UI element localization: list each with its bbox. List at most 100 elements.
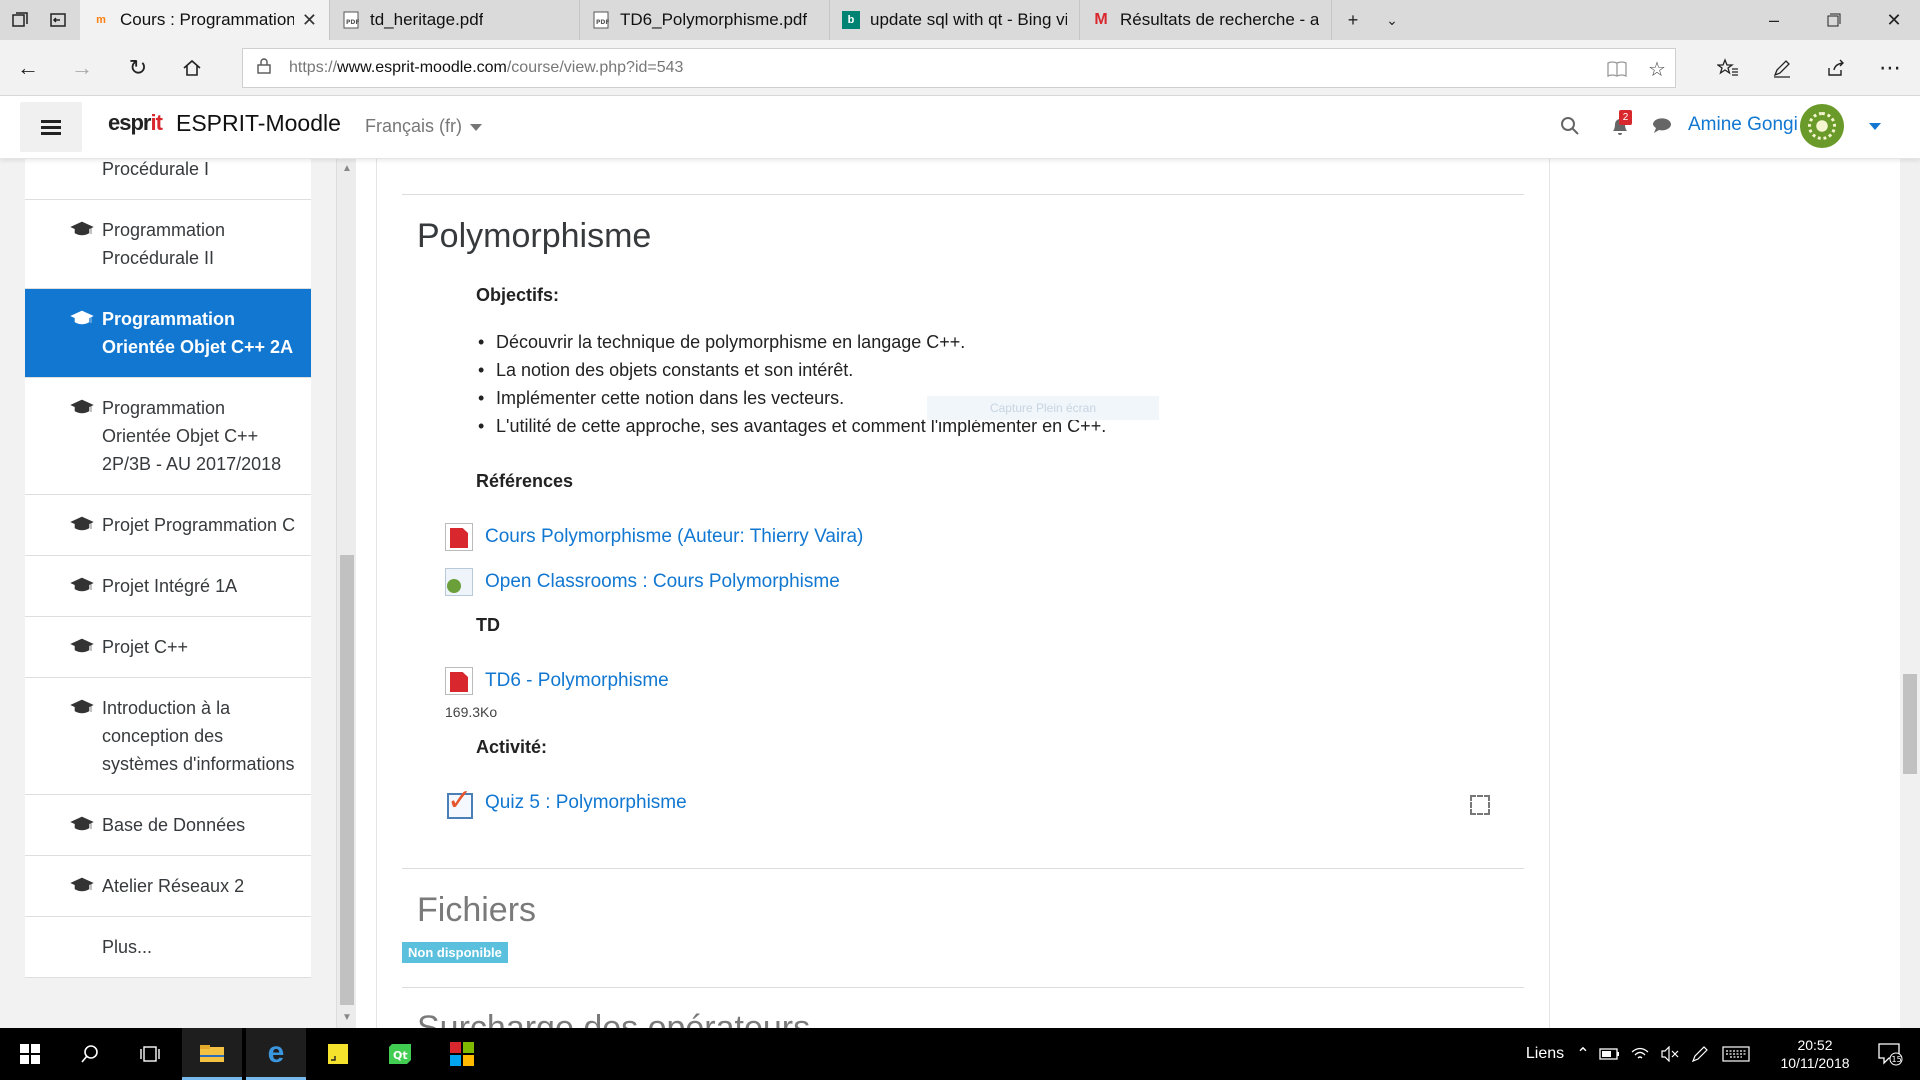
tab-bing-video[interactable]: b update sql with qt - Bing vid <box>830 0 1080 40</box>
logo-text: espr <box>108 110 151 135</box>
drawer-item-more[interactable]: Plus... <box>25 917 311 978</box>
drawer-scrollbar-thumb[interactable] <box>340 555 354 1005</box>
course-drawer: Procédurale I Programmation Procédurale … <box>0 159 356 1028</box>
graduation-cap-icon <box>70 399 94 414</box>
graduation-cap-icon <box>70 877 94 892</box>
resource-link[interactable]: Cours Polymorphisme (Auteur: Thierry Vai… <box>485 526 863 548</box>
tab-cours-programmation[interactable]: m Cours : Programmation ✕ <box>80 0 330 40</box>
pen-workspace-icon[interactable] <box>1686 1028 1714 1080</box>
action-center-icon[interactable]: 15 <box>1870 1028 1910 1080</box>
drawer-item-label: Programmation Orientée Objet C++ 2A <box>102 309 294 357</box>
file-explorer-icon[interactable] <box>182 1028 242 1080</box>
messages-bubble-icon[interactable] <box>1648 112 1676 140</box>
graduation-cap-icon <box>70 577 94 592</box>
tab-actions-icon[interactable] <box>8 8 32 32</box>
drawer-item-label: Projet C++ <box>102 637 189 657</box>
resource-cours-pdf[interactable]: Cours Polymorphisme (Auteur: Thierry Vai… <box>445 523 863 551</box>
graduation-cap-icon <box>70 638 94 653</box>
tab-gmail-results[interactable]: M Résultats de recherche - am <box>1080 0 1332 40</box>
graduation-cap-icon <box>70 516 94 531</box>
scroll-down-icon[interactable]: ▼ <box>341 1012 353 1024</box>
more-menu-icon[interactable]: ⋯ <box>1874 52 1906 84</box>
drawer-item-atelier-reseaux-2[interactable]: Atelier Réseaux 2 <box>25 856 311 917</box>
svg-text:Qt: Qt <box>393 1049 408 1062</box>
pdf-icon: PDF <box>592 11 610 29</box>
drawer-scrollbar[interactable]: ▲ ▼ <box>336 159 356 1028</box>
close-tab-icon[interactable]: ✕ <box>294 10 317 31</box>
reading-view-icon[interactable] <box>1603 55 1631 83</box>
page-scrollbar-thumb[interactable] <box>1903 674 1917 774</box>
refresh-icon[interactable]: ↻ <box>122 52 154 84</box>
resource-quiz[interactable]: Quiz 5 : Polymorphisme <box>445 783 687 819</box>
user-name[interactable]: Amine Gongi <box>1688 114 1798 136</box>
section-title-surcharge[interactable]: Surcharge des opérateurs <box>417 1009 810 1028</box>
section-title-fichiers[interactable]: Fichiers <box>417 891 536 930</box>
drawer-item-poo-cpp-2a[interactable]: Programmation Orientée Objet C++ 2A <box>25 289 311 378</box>
maximize-icon[interactable] <box>1820 6 1848 34</box>
url-icon <box>445 568 473 596</box>
drawer-item-projet-integre-1a[interactable]: Projet Intégré 1A <box>25 556 311 617</box>
close-window-icon[interactable]: ✕ <box>1880 6 1908 34</box>
drawer-item-base-de-donnees[interactable]: Base de Données <box>25 795 311 856</box>
search-icon[interactable] <box>1556 112 1584 140</box>
chevron-up-icon[interactable]: ⌃ <box>1570 1028 1596 1080</box>
tab-label: Cours : Programmation <box>120 10 294 29</box>
wifi-icon[interactable] <box>1626 1028 1654 1080</box>
drawer-item-projet-cpp[interactable]: Projet C++ <box>25 617 311 678</box>
drawer-item-intro-conception-si[interactable]: Introduction à la conception des système… <box>25 678 311 795</box>
windows-start-icon[interactable] <box>0 1028 60 1080</box>
tab-td-heritage[interactable]: PDF td_heritage.pdf <box>330 0 580 40</box>
office-apps-icon[interactable] <box>432 1028 492 1080</box>
scroll-up-icon[interactable]: ▲ <box>341 163 353 175</box>
resource-link[interactable]: Open Classrooms : Cours Polymorphisme <box>485 571 840 593</box>
volume-muted-icon[interactable] <box>1656 1028 1684 1080</box>
share-icon[interactable] <box>1820 52 1852 84</box>
edge-browser-icon[interactable]: e <box>246 1028 306 1080</box>
back-icon[interactable]: ← <box>12 52 44 84</box>
section-title[interactable]: Polymorphisme <box>417 217 651 256</box>
favorites-hub-icon[interactable] <box>1712 52 1744 84</box>
language-selector[interactable]: Français (fr) <box>365 116 483 137</box>
url-path: /course/view.php?id=543 <box>506 59 684 76</box>
set-tabs-aside-icon[interactable] <box>46 8 70 32</box>
logo-text-accent: it <box>150 110 162 135</box>
touch-keyboard-icon[interactable] <box>1716 1028 1756 1080</box>
pdf-icon <box>445 523 473 551</box>
tab-preview-chevron-icon[interactable]: ⌄ <box>1378 6 1406 34</box>
resource-link[interactable]: Quiz 5 : Polymorphisme <box>485 792 687 814</box>
address-bar[interactable]: https://www.esprit-moodle.com/course/vie… <box>242 48 1676 88</box>
sticky-notes-icon[interactable] <box>308 1028 368 1080</box>
gmail-icon: M <box>1094 11 1108 28</box>
resource-link[interactable]: TD6 - Polymorphisme <box>485 670 669 692</box>
drawer-toggle-button[interactable] <box>20 102 82 152</box>
tab-td6-polymorphisme[interactable]: PDF TD6_Polymorphisme.pdf <box>580 0 830 40</box>
task-view-icon[interactable] <box>120 1028 180 1080</box>
new-tab-icon[interactable]: + <box>1339 6 1367 34</box>
avatar[interactable] <box>1800 104 1844 148</box>
minimize-icon[interactable]: – <box>1760 6 1788 34</box>
url-domain: www.esprit-moodle.com <box>337 59 507 76</box>
favorite-star-icon[interactable]: ☆ <box>1643 55 1671 83</box>
resource-openclassrooms-url[interactable]: Open Classrooms : Cours Polymorphisme <box>445 568 840 596</box>
taskbar-clock[interactable]: 20:52 10/11/2018 <box>1760 1036 1870 1072</box>
web-note-pen-icon[interactable] <box>1766 52 1798 84</box>
completion-checkbox[interactable] <box>1470 795 1490 815</box>
drawer-item-projet-programmation-c[interactable]: Projet Programmation C <box>25 495 311 556</box>
file-size: 169.3Ko <box>445 704 498 720</box>
links-toolbar[interactable]: Liens <box>1520 1028 1570 1080</box>
drawer-item-procedurale-2[interactable]: Programmation Procédurale II <box>25 200 311 289</box>
battery-icon[interactable] <box>1596 1028 1624 1080</box>
page-scrollbar[interactable] <box>1900 159 1920 1028</box>
resource-td6-pdf[interactable]: TD6 - Polymorphisme <box>445 667 669 695</box>
language-label: Français (fr) <box>365 116 463 136</box>
course-content: Polymorphisme Objectifs: Découvrir la te… <box>376 159 1550 1028</box>
forward-icon[interactable]: → <box>66 52 98 84</box>
esprit-logo[interactable]: esprit <box>108 110 163 136</box>
drawer-item-procedurale-1[interactable]: Procédurale I <box>25 159 311 200</box>
search-icon[interactable] <box>60 1028 120 1080</box>
qt-creator-icon[interactable]: Qt <box>370 1028 430 1080</box>
home-icon[interactable] <box>176 52 208 84</box>
drawer-item-poo-cpp-2p3b[interactable]: Programmation Orientée Objet C++ 2P/3B -… <box>25 378 311 495</box>
user-menu-chevron-icon[interactable] <box>1869 123 1881 130</box>
site-name[interactable]: ESPRIT-Moodle <box>176 110 341 137</box>
